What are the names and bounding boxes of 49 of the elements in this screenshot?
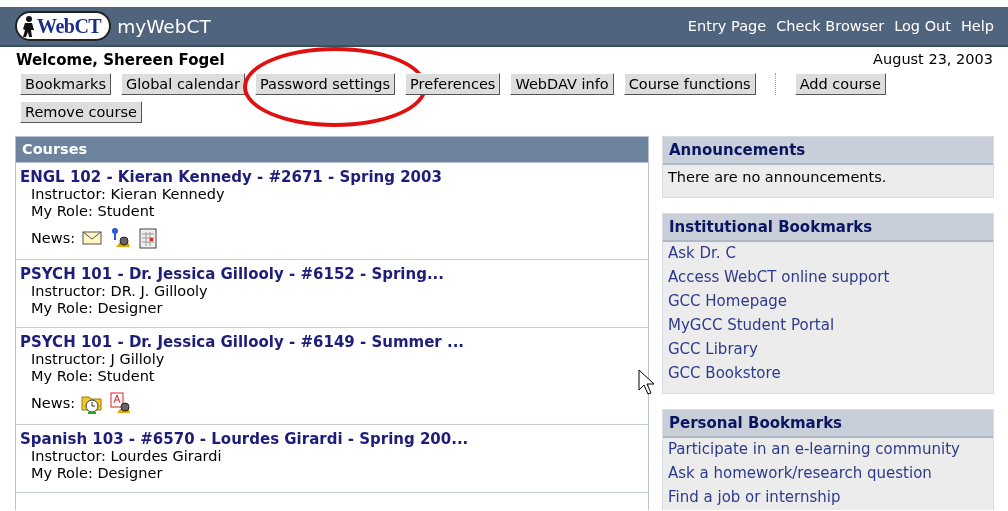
course-link[interactable]: PSYCH 101 - Dr. Jessica Gillooly - #6149 - Summer ...: [20, 333, 644, 351]
welcome-text: Welcome, Shereen Fogel: [16, 51, 225, 69]
toolbar-button[interactable]: Password settings: [254, 73, 396, 95]
news-label: News:: [31, 230, 76, 246]
toolbar-button[interactable]: Bookmarks: [20, 73, 111, 95]
app-title: myWebCT: [117, 15, 211, 37]
bookmark-link[interactable]: Access WebCT online support: [668, 268, 988, 287]
toolbar-button[interactable]: Add course: [794, 73, 886, 95]
instructor-text: Instructor: Kieran Kennedy: [30, 186, 226, 203]
toolbar-button[interactable]: Preferences: [405, 73, 501, 95]
pin-magnifier-icon[interactable]: [109, 227, 132, 249]
panel-title: Courses: [16, 137, 648, 163]
date-text: August 23, 2003: [873, 51, 993, 69]
calendar-icon[interactable]: [137, 227, 160, 249]
course-link[interactable]: Spanish 103 - #6570 - Lourdes Girardi - Spring 200...: [20, 430, 644, 448]
bookmark-link[interactable]: GCC Library: [668, 340, 988, 359]
panel-title: Institutional Bookmarks: [663, 214, 993, 242]
header-link[interactable]: Check Browser: [776, 18, 885, 34]
bookmark-link[interactable]: Ask Dr. C: [668, 244, 988, 263]
panel-title: Announcements: [663, 137, 993, 165]
course-link[interactable]: ENGL 102 - Kieran Kennedy - #2671 - Spring 2003: [20, 168, 644, 186]
toolbar-button[interactable]: Remove course: [20, 101, 142, 123]
toolbar-button[interactable]: Course functions: [623, 73, 756, 95]
toolbar-button[interactable]: Global calendar: [121, 73, 245, 95]
bookmark-link[interactable]: Participate in an e-learning community: [668, 440, 988, 459]
header-link[interactable]: Help: [960, 18, 994, 34]
figure-icon: [21, 15, 35, 37]
instructor-text: Instructor: J Gilloly: [30, 351, 166, 368]
role-text: My Role: Designer: [30, 465, 164, 482]
document-magnifier-icon[interactable]: [109, 392, 132, 414]
header-link[interactable]: Log Out: [894, 18, 951, 34]
news-label: News:: [31, 395, 76, 411]
bookmark-link[interactable]: GCC Bookstore: [668, 364, 988, 383]
role-text: My Role: Student: [30, 203, 156, 220]
bookmark-link[interactable]: GCC Homepage: [668, 292, 988, 311]
toolbar-button[interactable]: WebDAV info: [510, 73, 614, 95]
instructor-text: Instructor: Lourdes Girardi: [30, 448, 223, 465]
course-link[interactable]: PSYCH 101 - Dr. Jessica Gillooly - #6152 - Spring...: [20, 265, 644, 283]
panel-title: Personal Bookmarks: [663, 410, 993, 438]
announcement-text: There are no announcements.: [667, 168, 888, 187]
role-text: My Role: Student: [30, 368, 156, 385]
header-link[interactable]: Entry Page: [687, 18, 767, 34]
bookmark-link[interactable]: Ask a homework/research question: [668, 464, 988, 483]
instructor-text: Instructor: DR. J. Gillooly: [30, 283, 209, 300]
bookmark-link[interactable]: MyGCC Student Portal: [668, 316, 988, 335]
bookmark-link[interactable]: Find a job or internship: [668, 488, 988, 507]
mouse-cursor-icon: [638, 369, 654, 395]
logo[interactable]: WebCT: [15, 11, 112, 41]
role-text: My Role: Designer: [30, 300, 164, 317]
